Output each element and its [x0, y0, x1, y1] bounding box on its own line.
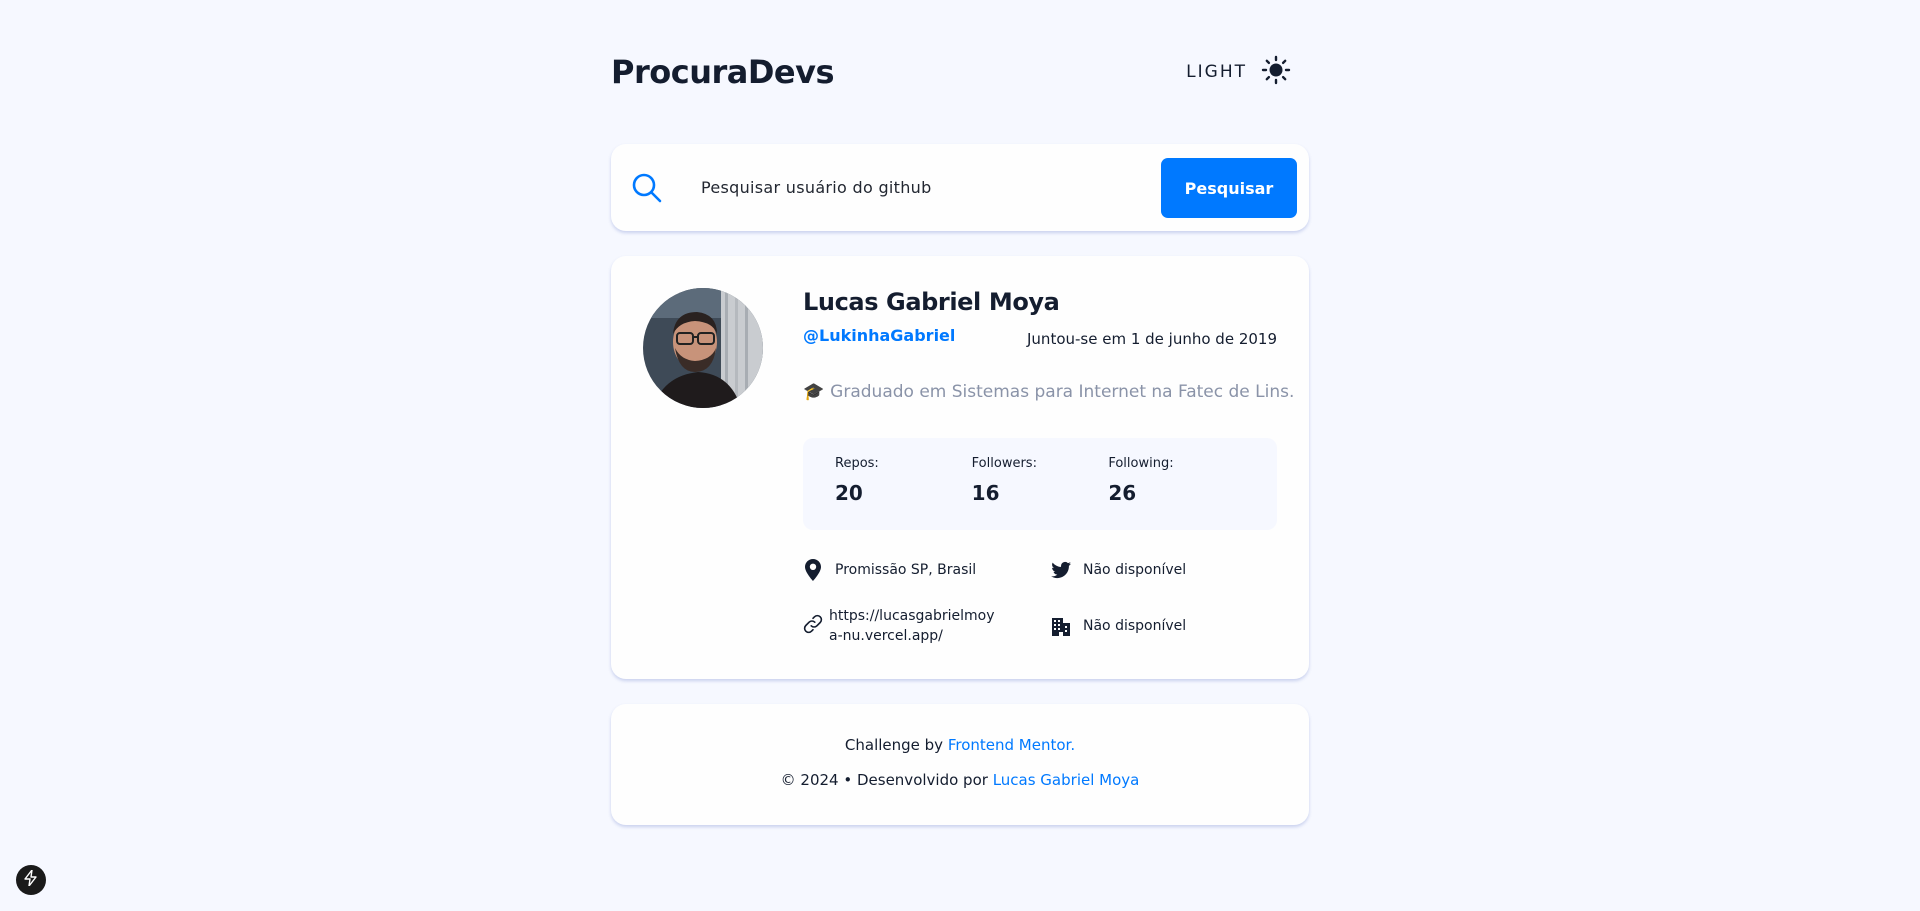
- stat-repos: Repos: 20: [835, 456, 972, 530]
- stat-label: Followers:: [971, 456, 1037, 471]
- search-input[interactable]: [701, 167, 1141, 208]
- footer-challenge: Challenge by Frontend Mentor.: [611, 736, 1309, 754]
- blog-link[interactable]: https://lucasgabrielmoya-nu.vercel.app/: [829, 606, 999, 646]
- twitter-text: Não disponível: [1083, 562, 1187, 578]
- company-row: Não disponível: [1051, 616, 1186, 636]
- footer-credits: © 2024 • Desenvolvido por Lucas Gabriel …: [611, 771, 1309, 789]
- stat-value: 26: [1108, 481, 1137, 505]
- office-building-icon: [1051, 616, 1071, 636]
- stat-label: Following:: [1108, 456, 1174, 471]
- search-bar: Pesquisar: [611, 144, 1309, 231]
- search-button[interactable]: Pesquisar: [1161, 158, 1297, 218]
- frontend-mentor-link[interactable]: Frontend Mentor.: [948, 736, 1075, 754]
- company-text: Não disponível: [1083, 618, 1187, 634]
- profile-login-link[interactable]: @LukinhaGabriel: [803, 326, 955, 345]
- profile-bio: 🎓 Graduado em Sistemas para Internet na …: [803, 382, 1294, 402]
- dev-tools-badge[interactable]: [16, 865, 46, 895]
- footer: Challenge by Frontend Mentor. © 2024 • D…: [611, 704, 1309, 825]
- stat-following: Following: 26: [1108, 456, 1245, 530]
- credits-prefix: © 2024 • Desenvolvido por: [780, 771, 993, 789]
- twitter-icon: [1051, 560, 1071, 580]
- profile-card: Lucas Gabriel Moya @LukinhaGabriel Junto…: [611, 256, 1309, 679]
- challenge-prefix: Challenge by: [844, 736, 948, 754]
- stat-followers: Followers: 16: [972, 456, 1109, 530]
- location-pin-icon: [803, 559, 823, 581]
- stats-panel: Repos: 20 Followers: 16 Following: 26: [803, 438, 1277, 530]
- stat-label: Repos:: [835, 456, 879, 471]
- header: ProcuraDevs LIGHT: [611, 54, 1309, 128]
- twitter-row: Não disponível: [1051, 560, 1186, 580]
- graduation-cap-icon: 🎓: [803, 382, 825, 402]
- link-icon: [803, 614, 823, 634]
- stat-value: 20: [835, 481, 863, 505]
- page-container: ProcuraDevs LIGHT Pesquisar usuário do g…: [611, 0, 1309, 825]
- brand-logo: ProcuraDevs: [611, 53, 835, 91]
- location-text: Promissão SP, Brasil: [835, 562, 977, 578]
- profile-name: Lucas Gabriel Moya: [803, 288, 1060, 316]
- location-row: Promissão SP, Brasil: [803, 559, 977, 581]
- blog-row: https://lucasgabrielmoya-nu.vercel.app/: [803, 606, 999, 646]
- bio-text: Graduado em Sistemas para Internet na Fa…: [830, 382, 1295, 402]
- joined-date: Juntou-se em 1 de junho de 2019: [1027, 330, 1277, 348]
- sun-icon: [1261, 55, 1291, 89]
- avatar: [643, 288, 763, 408]
- lightning-icon: [24, 869, 38, 890]
- theme-label: LIGHT: [1186, 62, 1247, 82]
- stat-value: 16: [971, 481, 1000, 505]
- theme-toggle[interactable]: LIGHT: [1186, 55, 1291, 89]
- search-icon: [631, 172, 663, 204]
- developer-link[interactable]: Lucas Gabriel Moya: [993, 771, 1140, 789]
